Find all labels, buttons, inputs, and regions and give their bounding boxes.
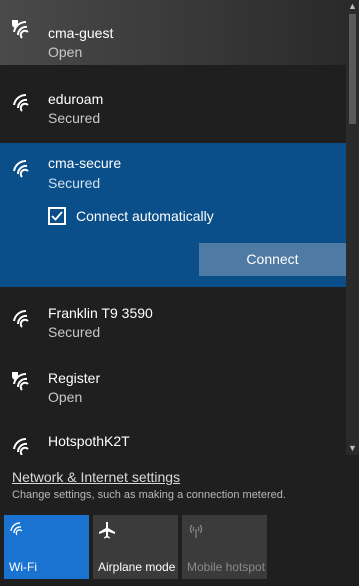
airplane-mode-label: Airplane mode — [98, 560, 176, 574]
network-status: Open — [48, 389, 83, 405]
network-name: Franklin T9 3590 — [48, 305, 153, 321]
wifi-icon — [10, 435, 36, 455]
scroll-thumb[interactable] — [349, 14, 356, 124]
mobile-hotspot-label: Mobile hotspot — [187, 560, 266, 574]
network-status: Secured — [48, 110, 101, 126]
network-name: cma-secure — [48, 155, 122, 171]
wifi-shield-icon — [10, 370, 36, 396]
network-item-register[interactable]: Register Open — [0, 358, 346, 423]
wifi-icon — [10, 157, 36, 183]
connect-button[interactable]: Connect — [199, 243, 346, 276]
mobile-hotspot-button[interactable]: Mobile hotspot — [182, 515, 267, 579]
wifi-toggle-button[interactable]: Wi-Fi — [4, 515, 89, 579]
network-status: Secured — [48, 324, 101, 340]
wifi-icon — [10, 91, 36, 117]
network-name: HotspothK2T — [48, 433, 130, 449]
wifi-shield-icon — [10, 18, 36, 44]
network-name: eduroam — [48, 91, 104, 107]
list-scrollbar[interactable]: ▲ ▼ — [346, 0, 359, 455]
network-list: cma-guest Open eduroam Secured cma-secur… — [0, 0, 346, 455]
network-internet-settings-link[interactable]: Network & Internet settings — [12, 469, 180, 485]
scroll-down-icon[interactable]: ▼ — [346, 442, 359, 455]
wifi-icon — [10, 307, 36, 333]
connect-automatically-label: Connect automatically — [76, 208, 214, 224]
network-item-cma-secure[interactable]: cma-secure Secured Connect automatically… — [0, 143, 346, 287]
airplane-icon — [98, 521, 116, 539]
network-name: cma-guest — [48, 25, 114, 41]
network-status: Secured — [48, 175, 101, 191]
wifi-icon — [9, 521, 27, 539]
airplane-mode-button[interactable]: Airplane mode — [93, 515, 178, 579]
network-settings-section: Network & Internet settings Change setti… — [0, 455, 359, 511]
network-item-franklin[interactable]: Franklin T9 3590 Secured — [0, 293, 346, 358]
network-item-eduroam[interactable]: eduroam Secured — [0, 65, 346, 130]
network-status: Open — [48, 44, 83, 60]
scroll-up-icon[interactable]: ▲ — [346, 0, 359, 13]
wifi-toggle-label: Wi-Fi — [9, 560, 37, 574]
network-flyout: cma-guest Open eduroam Secured cma-secur… — [0, 0, 359, 586]
settings-description: Change settings, such as making a connec… — [12, 489, 286, 501]
network-item-hotspothk2t[interactable]: HotspothK2T — [0, 423, 346, 455]
hotspot-icon — [187, 521, 205, 539]
connect-automatically-checkbox[interactable] — [48, 207, 66, 225]
network-name: Register — [48, 370, 101, 386]
network-item-cma-guest[interactable]: cma-guest Open — [0, 0, 346, 65]
